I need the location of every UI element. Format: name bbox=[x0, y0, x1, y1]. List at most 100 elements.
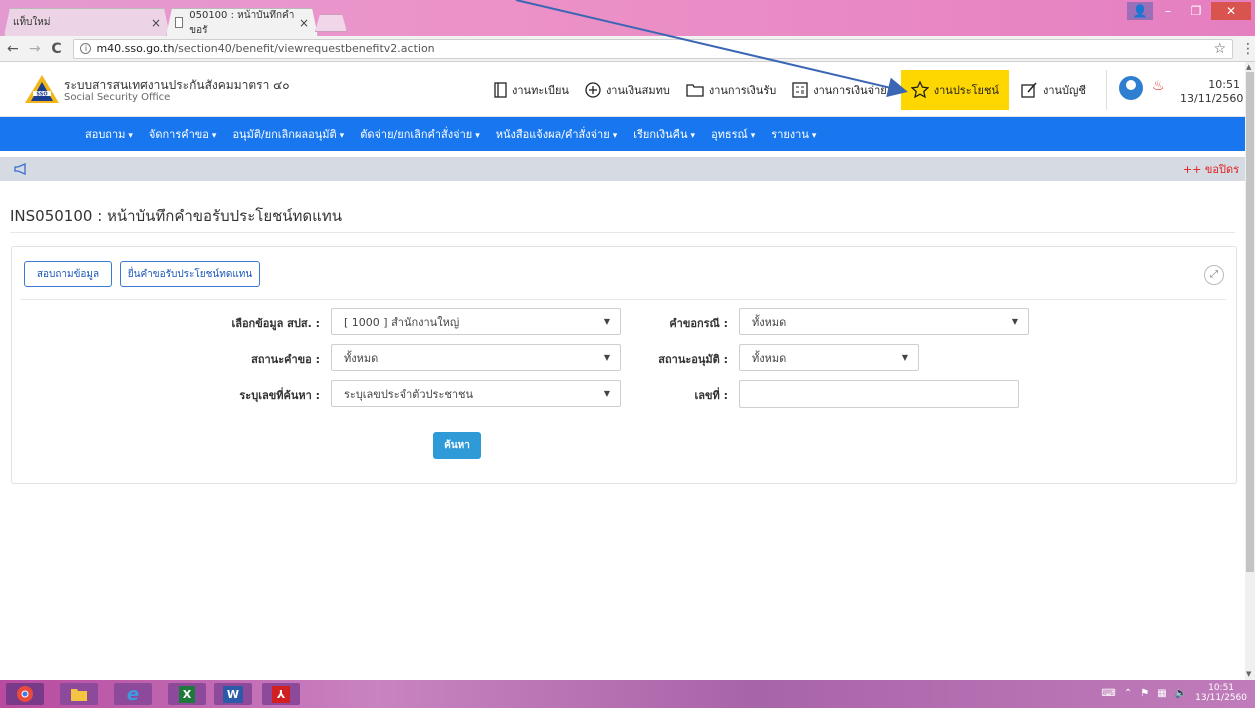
url-input[interactable]: i m40.sso.go.th /section40/benefit/viewr… bbox=[73, 38, 1234, 59]
case-select[interactable]: ทั้งหมด ▼ bbox=[739, 308, 1029, 335]
header-divider bbox=[1106, 70, 1107, 110]
volume-icon[interactable]: 🔈 bbox=[1175, 688, 1187, 699]
tray-clock[interactable]: 10:51 13/11/2560 bbox=[1195, 683, 1247, 704]
browser-menu-icon[interactable]: ⋮ bbox=[1241, 41, 1255, 57]
branch-select[interactable]: [ 1000 ] สำนักงานใหญ่ ▼ bbox=[331, 308, 621, 335]
menu-appeal[interactable]: อุทธรณ์ ▾ bbox=[704, 125, 762, 143]
plus-circle-icon bbox=[585, 81, 601, 98]
panel-divider bbox=[20, 299, 1226, 300]
nav-accounting[interactable]: งานบัญชี bbox=[1013, 70, 1094, 110]
expand-icon[interactable]: ⤢ bbox=[1204, 265, 1224, 285]
back-icon[interactable]: ← bbox=[4, 41, 22, 57]
submit-benefit-request-button[interactable]: ยื่นคำขอรับประโยชน์ทดแทน bbox=[120, 261, 260, 287]
window-controls: 👤 – ❐ ✕ bbox=[1127, 2, 1251, 20]
nav-finance-receive[interactable]: งานการเงินรับ bbox=[678, 70, 784, 110]
folder-icon bbox=[686, 83, 704, 97]
caret-down-icon: ▾ bbox=[612, 131, 618, 141]
menu-reports[interactable]: รายงาน ▾ bbox=[764, 125, 823, 143]
clock-time: 10:51 bbox=[1208, 78, 1240, 91]
search-by-select[interactable]: ระบุเลขประจำตัวประชาชน ▼ bbox=[331, 380, 621, 407]
user-avatar-icon[interactable] bbox=[1119, 76, 1143, 100]
main-menubar: สอบถาม ▾ จัดการคำขอ ▾ อนุมัติ/ยกเลิกผลอนุม… bbox=[0, 117, 1245, 151]
reload-icon[interactable]: C bbox=[48, 41, 66, 57]
close-window-icon[interactable]: ✕ bbox=[1211, 2, 1251, 20]
keyboard-icon[interactable]: ⌨ bbox=[1101, 688, 1115, 699]
internet-explorer-icon[interactable]: e bbox=[114, 683, 152, 705]
brand-title-th: ระบบสารสนเทศงานประกันสังคมมาตรา ๔๐ bbox=[64, 78, 290, 92]
caret-down-icon: ▾ bbox=[211, 131, 217, 141]
nav-finance-pay[interactable]: งานการเงินจ่าย bbox=[784, 70, 895, 110]
brand-title-en: Social Security Office bbox=[64, 92, 171, 104]
start-button-icon[interactable] bbox=[6, 683, 44, 705]
number-label: เลขที่ : bbox=[694, 389, 729, 402]
page-icon bbox=[175, 17, 183, 28]
menu-label: จัดการคำขอ bbox=[148, 128, 209, 141]
tab-label: 050100 : หน้าบันทึกคำขอรั bbox=[189, 9, 295, 36]
clock-date: 13/11/2560 bbox=[1180, 92, 1244, 106]
menu-label: สอบถาม bbox=[85, 128, 126, 141]
sso-logo-icon[interactable]: SSO bbox=[24, 74, 60, 104]
menu-payment-cut[interactable]: ตัดจ่าย/ยกเลิกคำสั่งจ่าย ▾ bbox=[353, 125, 487, 143]
url-host: m40.sso.go.th bbox=[96, 42, 175, 55]
number-input[interactable] bbox=[739, 380, 1019, 408]
alert-flame-icon[interactable]: ♨ bbox=[1152, 78, 1165, 94]
scroll-down-icon[interactable]: ▼ bbox=[1246, 670, 1251, 678]
menu-notice-letters[interactable]: หนังสือแจ้งผล/คำสั่งจ่าย ▾ bbox=[489, 125, 624, 143]
forward-icon[interactable]: → bbox=[26, 41, 44, 57]
nav-benefits[interactable]: งานประโยชน์ bbox=[900, 69, 1009, 110]
dropdown-arrow-icon: ▼ bbox=[901, 353, 908, 362]
nav-contribution[interactable]: งานเงินสมทบ bbox=[577, 70, 678, 110]
page-title: INS050100 : หน้าบันทึกคำขอรับประโยชน์ทดแ… bbox=[10, 207, 342, 225]
excel-icon[interactable]: X bbox=[168, 683, 206, 705]
approval-status-select[interactable]: ทั้งหมด ▼ bbox=[739, 344, 919, 371]
menu-label: รายงาน bbox=[771, 128, 809, 141]
edit-icon bbox=[1021, 82, 1037, 98]
scrollbar-thumb[interactable] bbox=[1246, 72, 1254, 572]
dropdown-arrow-icon: ▼ bbox=[603, 353, 610, 362]
windows-taskbar: e X W ⅄ ⌨ ⌃ ⚑ ▦ 🔈 10:51 13/11/2560 bbox=[0, 680, 1255, 708]
restore-icon[interactable]: ❐ bbox=[1183, 2, 1209, 20]
caret-down-icon: ▾ bbox=[128, 131, 133, 141]
menu-label: อุทธรณ์ bbox=[711, 128, 748, 141]
dropdown-arrow-icon: ▼ bbox=[1011, 317, 1018, 326]
flag-icon[interactable]: ⚑ bbox=[1140, 688, 1149, 699]
branch-value: [ 1000 ] สำนักงานใหญ่ bbox=[344, 315, 460, 329]
app-header: SSO ระบบสารสนเทศงานประกันสังคมมาตรา ๔๐ S… bbox=[0, 62, 1245, 117]
new-tab-button[interactable] bbox=[315, 14, 347, 32]
bookmark-star-icon[interactable]: ☆ bbox=[1213, 41, 1226, 57]
caret-down-icon: ▾ bbox=[475, 131, 480, 141]
file-explorer-icon[interactable] bbox=[60, 683, 98, 705]
info-icon[interactable]: i bbox=[80, 43, 92, 54]
minimize-icon[interactable]: – bbox=[1155, 2, 1181, 20]
approval-status-value: ทั้งหมด bbox=[752, 351, 787, 365]
search-button[interactable]: ค้นหา bbox=[433, 432, 481, 459]
tab-active[interactable]: 050100 : หน้าบันทึกคำขอรั × bbox=[166, 8, 318, 36]
caret-down-icon: ▾ bbox=[339, 131, 345, 141]
request-status-value: ทั้งหมด bbox=[344, 351, 379, 365]
scroll-up-icon[interactable]: ▲ bbox=[1246, 63, 1251, 71]
nav-label: งานทะเบียน bbox=[512, 83, 569, 97]
query-info-button[interactable]: สอบถามข้อมูล bbox=[24, 261, 112, 287]
tab-new-tab[interactable]: แท็บใหม่ × bbox=[4, 8, 170, 36]
network-icon[interactable]: ▦ bbox=[1157, 688, 1166, 699]
acrobat-icon[interactable]: ⅄ bbox=[262, 683, 300, 705]
menu-refund[interactable]: เรียกเงินคืน ▾ bbox=[626, 125, 702, 143]
menu-approve[interactable]: อนุมัติ/ยกเลิกผลอนุมัติ ▾ bbox=[225, 125, 351, 143]
word-icon[interactable]: W bbox=[214, 683, 252, 705]
tab-close-icon[interactable]: × bbox=[151, 16, 161, 30]
top-nav: งานทะเบียน งานเงินสมทบ งานการเงินรับ งาน… bbox=[486, 62, 1094, 117]
menu-manage-requests[interactable]: จัดการคำขอ ▾ bbox=[142, 125, 224, 143]
address-bar: ← → C i m40.sso.go.th /section40/benefit… bbox=[0, 36, 1255, 62]
menu-inquiry[interactable]: สอบถาม ▾ bbox=[78, 125, 140, 143]
case-label: คำขอกรณี : bbox=[669, 317, 728, 330]
dropdown-arrow-icon: ▼ bbox=[603, 317, 610, 326]
nav-registration[interactable]: งานทะเบียน bbox=[486, 70, 577, 110]
tab-close-icon[interactable]: × bbox=[299, 16, 309, 30]
announcement-bar: ++ ขอปิดร bbox=[0, 157, 1245, 181]
tray-chevron-icon[interactable]: ⌃ bbox=[1124, 688, 1132, 699]
caret-down-icon: ▾ bbox=[690, 131, 696, 141]
star-icon bbox=[910, 81, 929, 98]
profile-icon[interactable]: 👤 bbox=[1127, 2, 1153, 20]
header-clock: 10:51 13/11/2560 bbox=[1180, 78, 1244, 107]
request-status-select[interactable]: ทั้งหมด ▼ bbox=[331, 344, 621, 371]
